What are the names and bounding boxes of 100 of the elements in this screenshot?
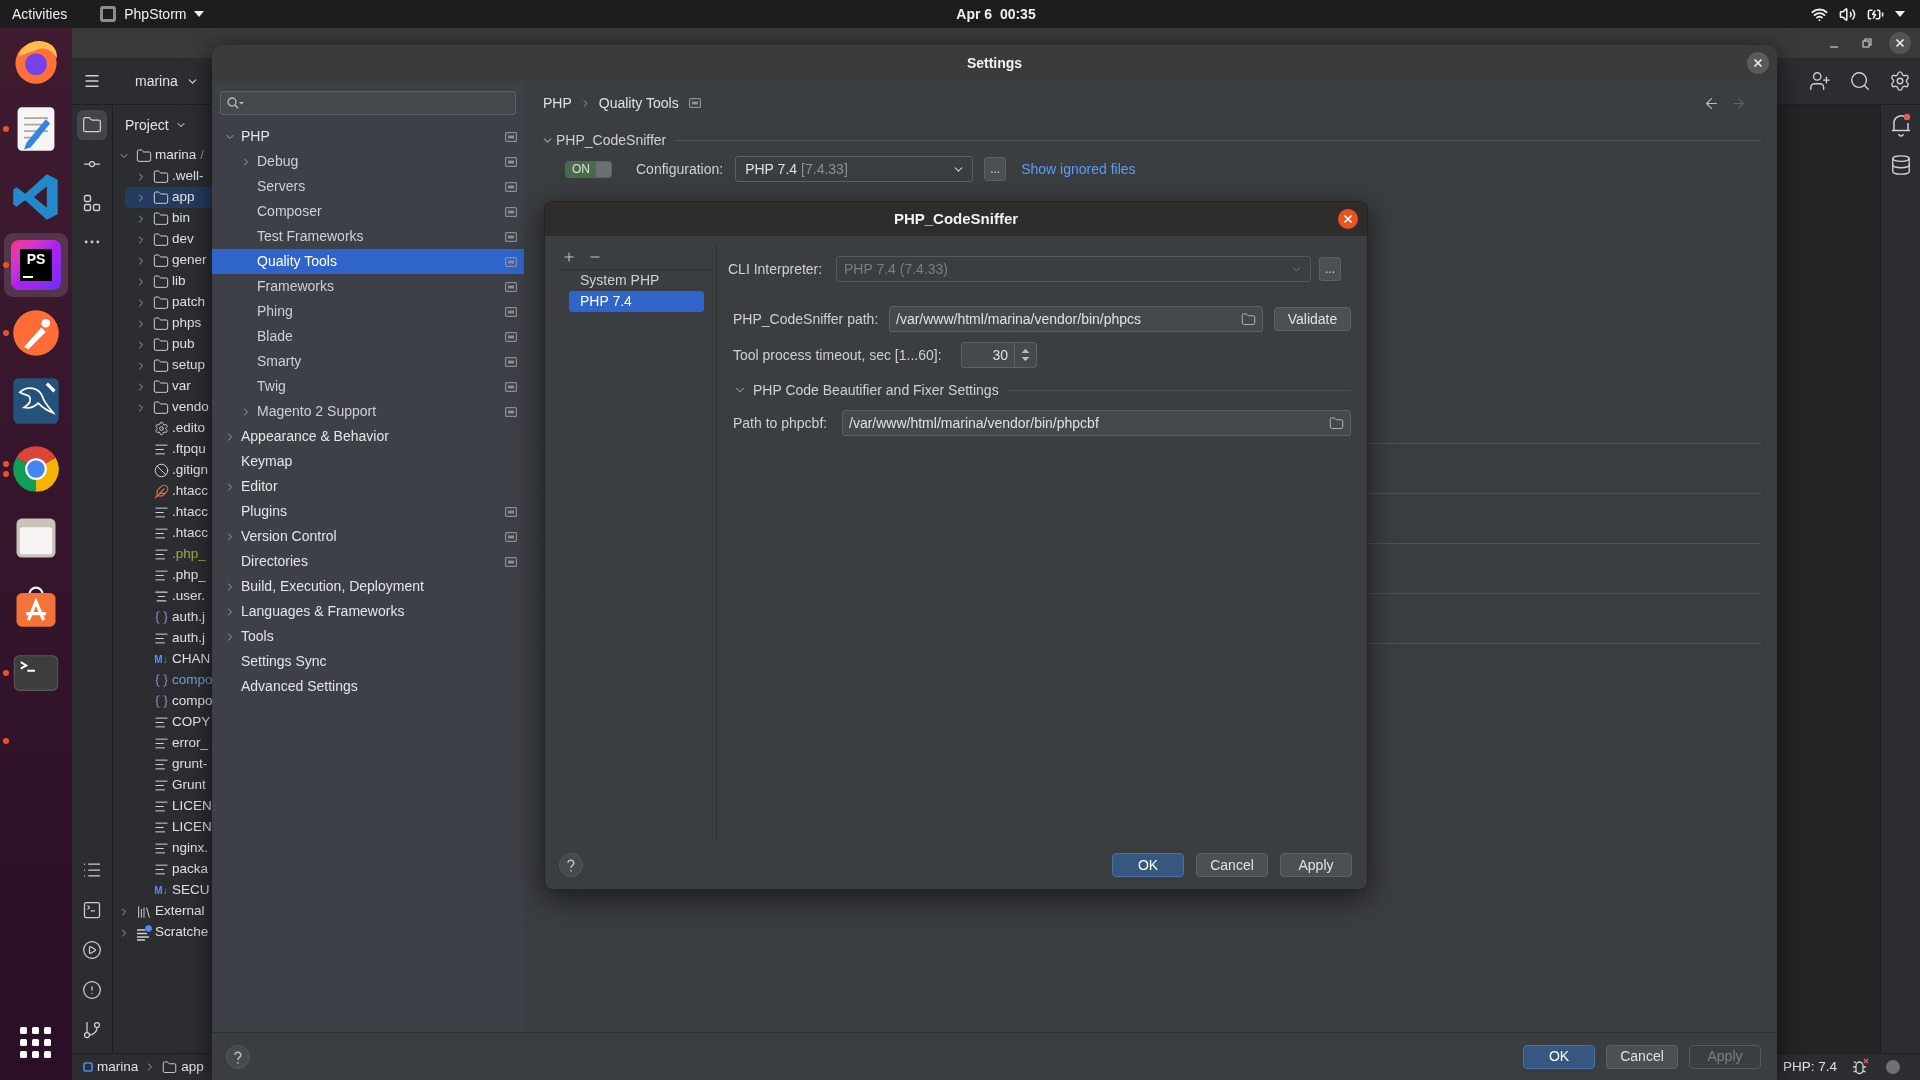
tree-row[interactable]: .edito xyxy=(125,418,212,439)
section-title[interactable]: PHP Code Beautifier and Fixer Settings xyxy=(753,379,999,401)
php-version[interactable]: PHP: 7.4 xyxy=(1782,1056,1837,1078)
settings-tree-item[interactable]: Directories xyxy=(212,549,524,574)
tree-row[interactable]: .gitign xyxy=(125,460,212,481)
panel-title-dropdown[interactable]: Project xyxy=(125,114,187,136)
settings-tree-item[interactable]: Build, Execution, Deployment xyxy=(212,574,524,599)
tree-row[interactable]: COPY xyxy=(125,712,212,733)
tree-row[interactable]: bin xyxy=(125,208,212,229)
tree-row[interactable]: nginx. xyxy=(125,838,212,859)
path-field[interactable]: /var/www/html/marina/vendor/bin/phpcs xyxy=(889,306,1263,332)
settings-tree-item[interactable]: Keymap xyxy=(212,449,524,474)
close-icon[interactable] xyxy=(1889,32,1911,54)
help-icon[interactable] xyxy=(226,1044,250,1069)
settings-tree-item[interactable]: Editor xyxy=(212,474,524,499)
tree-row[interactable]: marina / xyxy=(113,145,212,166)
search-icon[interactable] xyxy=(1849,70,1871,92)
settings-tree-item[interactable]: PHP xyxy=(212,124,524,149)
settings-tree-item[interactable]: Test Frameworks xyxy=(212,224,524,249)
settings-tree-item[interactable]: Plugins xyxy=(212,499,524,524)
settings-tree-item[interactable]: Composer xyxy=(212,199,524,224)
tree-row[interactable]: M↓ CHAN xyxy=(125,649,212,670)
app-grid-icon[interactable] xyxy=(20,1027,52,1059)
settings-tree-item[interactable]: Magento 2 Support xyxy=(212,399,524,424)
settings-tree-item[interactable]: Advanced Settings xyxy=(212,674,524,699)
tree-row[interactable]: .php_ xyxy=(125,565,212,586)
tree-row[interactable]: var xyxy=(125,376,212,397)
close-icon[interactable] xyxy=(1747,52,1769,74)
help-icon[interactable] xyxy=(559,853,583,877)
validate-button[interactable]: Validate xyxy=(1274,307,1351,331)
tree-row[interactable]: M↓ SECU xyxy=(125,880,212,901)
settings-tree-item[interactable]: Debug xyxy=(212,149,524,174)
breadcrumb-item[interactable]: app xyxy=(181,1056,204,1078)
tree-row[interactable]: auth.j xyxy=(125,628,212,649)
tree-row[interactable]: External xyxy=(113,901,212,922)
settings-tree-item[interactable]: Twig xyxy=(212,374,524,399)
app-menu[interactable]: PhpStorm xyxy=(100,3,205,25)
tree-row[interactable]: compo xyxy=(125,691,212,712)
tree-row[interactable]: phps xyxy=(125,313,212,334)
settings-tree-item[interactable]: Quality Tools xyxy=(212,249,524,274)
tree-row[interactable]: grunt- xyxy=(125,754,212,775)
tree-row[interactable]: lib xyxy=(125,271,212,292)
toggle-switch[interactable]: ON xyxy=(565,160,612,178)
tree-row[interactable]: compo xyxy=(125,670,212,691)
tree-row[interactable]: pub xyxy=(125,334,212,355)
configuration-dropdown[interactable]: PHP 7.4 [7.4.33] xyxy=(735,156,974,182)
tree-row[interactable]: patch xyxy=(125,292,212,313)
settings-tree-item[interactable]: Servers xyxy=(212,174,524,199)
tree-row[interactable]: .php_ xyxy=(125,544,212,565)
tree-row[interactable]: error_ xyxy=(125,733,212,754)
tree-row[interactable]: .well- xyxy=(125,166,212,187)
tree-row[interactable]: packa xyxy=(125,859,212,880)
tree-row[interactable]: vendo xyxy=(125,397,212,418)
settings-tree-item[interactable]: Frameworks xyxy=(212,274,524,299)
section-title[interactable]: PHP_CodeSniffer xyxy=(556,129,667,151)
interpreter-item[interactable]: System PHP xyxy=(569,270,704,291)
tree-row[interactable]: dev xyxy=(125,229,212,250)
tree-row[interactable]: app xyxy=(125,187,212,208)
volume-icon[interactable] xyxy=(1839,5,1856,23)
bug-icon[interactable] xyxy=(1851,1058,1869,1076)
tree-row[interactable]: LICEN xyxy=(125,817,212,838)
tree-row[interactable]: .htacc xyxy=(125,523,212,544)
tree-row[interactable]: gener xyxy=(125,250,212,271)
browse-button[interactable]: ... xyxy=(984,157,1007,181)
tree-row[interactable]: .user. xyxy=(125,586,212,607)
settings-tree-item[interactable]: Phing xyxy=(212,299,524,324)
add-user-icon[interactable] xyxy=(1809,70,1831,92)
breadcrumb-link[interactable]: PHP xyxy=(543,92,572,114)
tree-row[interactable]: auth.j xyxy=(125,607,212,628)
dock-launcher[interactable]: PS xyxy=(4,233,68,297)
tree-row[interactable]: .ftpqu xyxy=(125,439,212,460)
clock[interactable]: Apr 6 00:35 xyxy=(956,3,1036,25)
database-icon[interactable] xyxy=(1889,154,1912,176)
settings-tree-item[interactable]: Smarty xyxy=(212,349,524,374)
settings-tree-item[interactable]: Tools xyxy=(212,624,524,649)
settings-tree-item[interactable]: Blade xyxy=(212,324,524,349)
bell-icon[interactable] xyxy=(1889,113,1912,137)
folder-icon[interactable] xyxy=(1241,311,1256,327)
tree-row[interactable]: Grunt xyxy=(125,775,212,796)
interpreter-item[interactable]: PHP 7.4 xyxy=(569,291,704,312)
apply-button[interactable]: Apply xyxy=(1280,853,1352,877)
settings-icon[interactable] xyxy=(1889,70,1911,92)
ignored-files-link[interactable]: Show ignored files xyxy=(1021,158,1136,180)
breadcrumb-item[interactable]: marina xyxy=(97,1056,139,1078)
cancel-button[interactable]: Cancel xyxy=(1606,1044,1678,1069)
cancel-button[interactable]: Cancel xyxy=(1196,853,1268,877)
tree-row[interactable]: LICEN xyxy=(125,796,212,817)
ok-button[interactable]: OK xyxy=(1523,1044,1595,1069)
folder-icon[interactable] xyxy=(1329,415,1344,431)
tree-row[interactable]: setup xyxy=(125,355,212,376)
tree-row[interactable]: Scratche xyxy=(113,922,212,943)
add-icon[interactable] xyxy=(562,250,576,264)
settings-tree-item[interactable]: Appearance & Behavior xyxy=(212,424,524,449)
menu-icon[interactable] xyxy=(83,72,101,90)
path-field[interactable]: /var/www/html/marina/vendor/bin/phpcbf xyxy=(842,410,1351,436)
activities-button[interactable]: Activities xyxy=(12,5,68,23)
settings-tree-item[interactable]: Settings Sync xyxy=(212,649,524,674)
project-selector[interactable]: marina xyxy=(135,70,199,92)
folder-icon[interactable] xyxy=(77,110,107,140)
search-field[interactable] xyxy=(220,91,516,115)
